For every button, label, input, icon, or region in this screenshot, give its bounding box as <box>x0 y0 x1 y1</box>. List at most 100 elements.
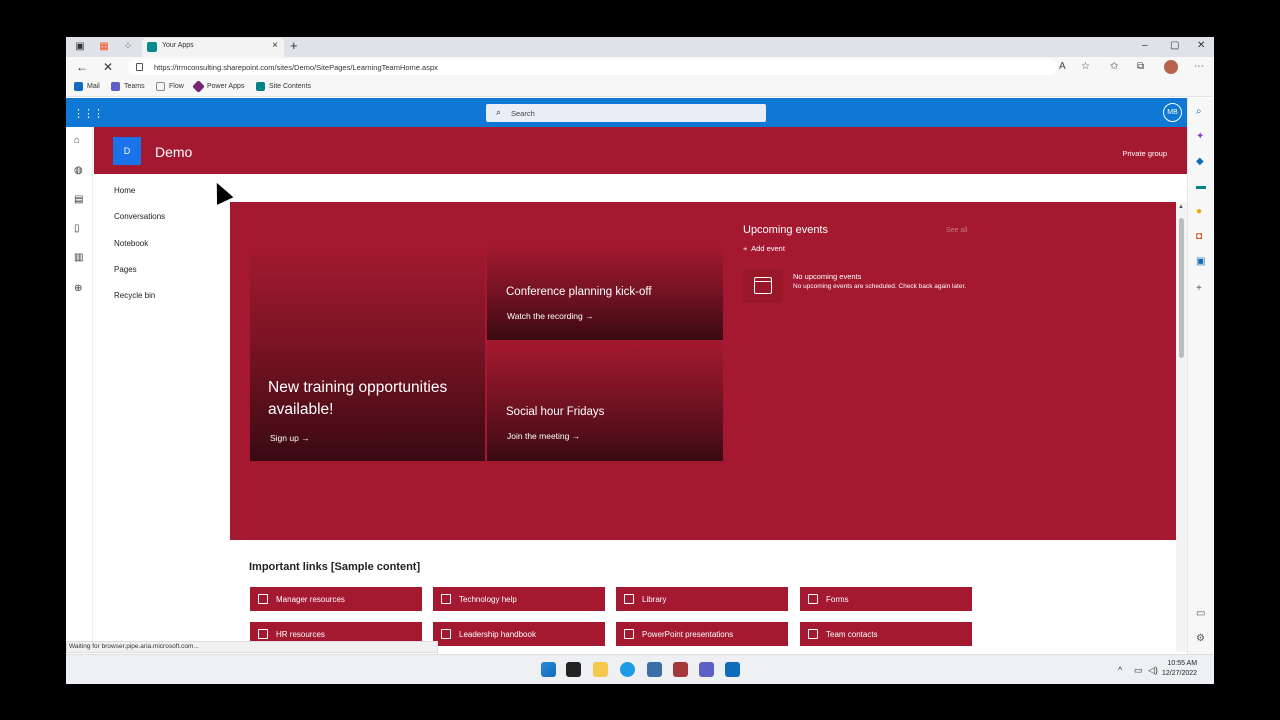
link-forms[interactable]: Forms <box>800 587 972 611</box>
sidebar-layout-icon[interactable]: ▭ <box>1196 608 1205 619</box>
news-icon[interactable]: ▤ <box>74 194 83 205</box>
chevron-up-icon[interactable]: ^ <box>1118 665 1122 675</box>
hero-tile-conference[interactable]: Conference planning kick-off Watch the r… <box>487 245 723 340</box>
search-placeholder: Search <box>511 109 535 118</box>
microsoft-icon[interactable]: ▦ <box>98 41 110 53</box>
collections-icon[interactable]: ⧉ <box>1137 61 1144 72</box>
edge-icon[interactable] <box>620 662 635 677</box>
lists-icon[interactable]: ▥ <box>74 252 83 263</box>
link-manager-resources[interactable]: Manager resources <box>250 587 422 611</box>
search-box[interactable]: ⌕ Search <box>486 104 766 122</box>
scroll-up-icon[interactable]: ▲ <box>1178 204 1184 210</box>
arrow-right-icon: → <box>571 431 581 441</box>
shopping-icon[interactable]: ◆ <box>1196 156 1204 167</box>
home-icon[interactable]: ⌂ <box>74 135 80 146</box>
start-icon[interactable] <box>541 662 556 677</box>
url-field[interactable]: https://trmconsulting.sharepoint.com/sit… <box>128 59 1058 75</box>
join-meeting-link[interactable]: Join the meeting → <box>507 431 580 441</box>
games-icon[interactable]: ● <box>1196 206 1202 217</box>
globe-icon[interactable]: ◍ <box>74 165 83 176</box>
watch-recording-link[interactable]: Watch the recording → <box>507 311 594 321</box>
hero-tile-social[interactable]: Social hour Fridays Join the meeting → <box>487 342 723 461</box>
access-icon[interactable] <box>673 662 688 677</box>
link-icon <box>258 594 268 604</box>
outlook-icon[interactable]: ▣ <box>1196 256 1205 267</box>
tab-bar: ▣ ▦ ⁘ Your Apps × + – ▢ ✕ <box>66 37 1214 57</box>
fav-power-apps[interactable]: Power Apps <box>192 80 244 93</box>
clock[interactable]: 10:55 AM 12/27/2022 <box>1162 659 1197 679</box>
sign-up-link[interactable]: Sign up → <box>270 433 310 443</box>
hero-section: New training opportunities available! Si… <box>230 202 1176 540</box>
app-launcher-icon[interactable]: ⋮⋮⋮ <box>73 107 104 120</box>
tab-actions-icon[interactable]: ▣ <box>74 41 86 53</box>
window-close-icon[interactable]: ✕ <box>1197 40 1205 51</box>
nav-home[interactable]: Home <box>114 186 135 195</box>
tools-icon[interactable]: ▬ <box>1196 181 1206 192</box>
add-icon[interactable]: + <box>1196 283 1202 294</box>
events-heading: Upcoming events <box>743 224 828 236</box>
minimize-icon[interactable]: – <box>1142 40 1148 51</box>
nav-pages[interactable]: Pages <box>114 265 137 274</box>
search-icon[interactable]: ⌕ <box>1196 106 1202 117</box>
favorites-icon[interactable]: ✩ <box>1110 61 1118 72</box>
task-view-icon[interactable] <box>566 662 581 677</box>
hero-tile-training[interactable]: New training opportunities available! Si… <box>250 245 485 461</box>
mail-icon <box>74 82 83 91</box>
app-bar: ⌂ ◍ ▤ ▯ ▥ ⊕ <box>66 127 93 647</box>
link-icon <box>624 594 634 604</box>
settings-icon[interactable]: ⚙ <box>1196 633 1205 644</box>
office-icon[interactable]: ◘ <box>1196 231 1202 242</box>
edge-sidebar: ⌕ ✦ ◆ ▬ ● ◘ ▣ + ▭ ⚙ <box>1187 98 1214 663</box>
network-icon[interactable]: ▭ <box>1134 665 1143 676</box>
stop-icon[interactable]: ✕ <box>103 60 113 74</box>
no-events-description: No upcoming events are scheduled. Check … <box>793 283 967 290</box>
link-icon <box>441 594 451 604</box>
back-icon[interactable]: ← <box>76 60 88 74</box>
tile-title: Social hour Fridays <box>506 406 605 418</box>
maximize-icon[interactable]: ▢ <box>1170 40 1179 51</box>
create-icon[interactable]: ⊕ <box>74 283 82 294</box>
fav-site-contents[interactable]: Site Contents <box>256 82 311 91</box>
link-technology-help[interactable]: Technology help <box>433 587 605 611</box>
outlook-icon[interactable] <box>725 662 740 677</box>
site-title[interactable]: Demo <box>155 144 192 160</box>
links-heading: Important links [Sample content] <box>249 561 421 573</box>
link-icon <box>441 629 451 639</box>
close-icon[interactable]: × <box>272 40 278 51</box>
add-event-button[interactable]: + Add event <box>743 244 785 253</box>
site-header: D Demo Private group <box>94 127 1187 174</box>
nav-notebook[interactable]: Notebook <box>114 239 148 248</box>
more-icon[interactable]: ⋯ <box>1194 61 1204 72</box>
see-all-link[interactable]: See all <box>946 227 967 234</box>
link-library[interactable]: Library <box>616 587 788 611</box>
user-avatar[interactable]: MB <box>1163 103 1182 122</box>
file-explorer-icon[interactable] <box>593 662 608 677</box>
tab-your-apps[interactable]: Your Apps × <box>142 38 284 57</box>
store-icon[interactable] <box>647 662 662 677</box>
copilot-icon[interactable]: ✦ <box>1196 131 1204 142</box>
arrow-right-icon: → <box>585 311 594 321</box>
nav-conversations[interactable]: Conversations <box>114 212 165 221</box>
file-icon[interactable]: ▯ <box>74 223 80 234</box>
page-scrollbar[interactable]: ▲ <box>1176 202 1187 652</box>
link-powerpoint-presentations[interactable]: PowerPoint presentations <box>616 622 788 646</box>
power-apps-icon <box>192 80 205 93</box>
fav-teams[interactable]: Teams <box>111 82 145 91</box>
site-logo[interactable]: D <box>113 137 141 165</box>
calendar-icon <box>754 277 772 294</box>
arrow-right-icon: → <box>301 433 310 443</box>
favorite-star-icon[interactable]: ☆ <box>1081 61 1090 72</box>
read-aloud-icon[interactable]: A <box>1059 61 1066 72</box>
scroll-thumb[interactable] <box>1179 218 1184 358</box>
new-tab-icon[interactable]: + <box>290 38 298 53</box>
link-team-contacts[interactable]: Team contacts <box>800 622 972 646</box>
teams-icon[interactable] <box>699 662 714 677</box>
fav-flow[interactable]: Flow <box>156 82 184 91</box>
fav-mail[interactable]: Mail <box>74 82 100 91</box>
no-events-title: No upcoming events <box>793 272 862 281</box>
profile-avatar[interactable] <box>1164 60 1178 74</box>
loading-icon: ⁘ <box>123 41 133 52</box>
volume-icon[interactable]: ◁) <box>1148 665 1158 676</box>
nav-recycle-bin[interactable]: Recycle bin <box>114 291 155 300</box>
link-leadership-handbook[interactable]: Leadership handbook <box>433 622 605 646</box>
